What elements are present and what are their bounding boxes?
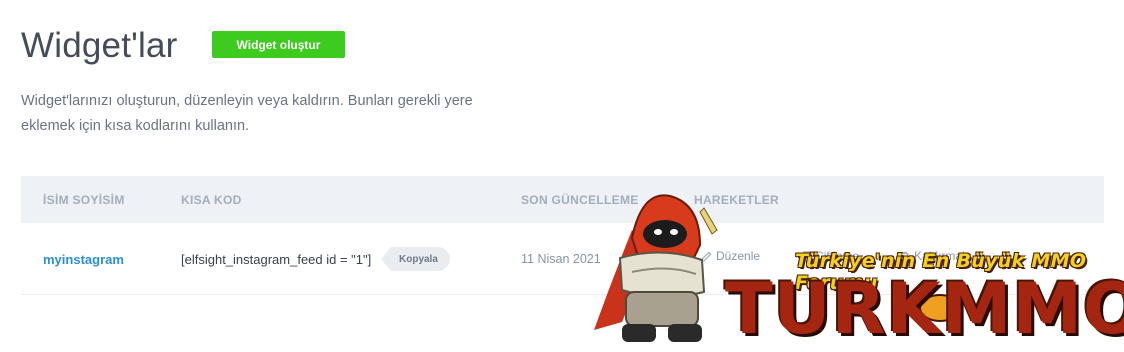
widget-name-link[interactable]: myinstagram	[43, 252, 124, 267]
watermark-logo: TURKMMO	[725, 268, 1124, 350]
widget-shortcode: [elfsight_instagram_feed id = "1"]	[181, 252, 372, 267]
copy-shortcode-button[interactable]: Kopyala	[381, 247, 450, 271]
create-widget-button[interactable]: Widget oluştur	[212, 31, 345, 58]
page-description: Widget'larınızı oluşturun, düzenleyin ve…	[21, 93, 473, 134]
page-title: Widget'lar	[21, 26, 178, 65]
column-header-name: İSİM SOYİSİM	[43, 193, 125, 207]
widget-updated-date: 11 Nisan 2021	[521, 252, 601, 266]
column-header-shortcode: KISA KOD	[181, 193, 242, 207]
